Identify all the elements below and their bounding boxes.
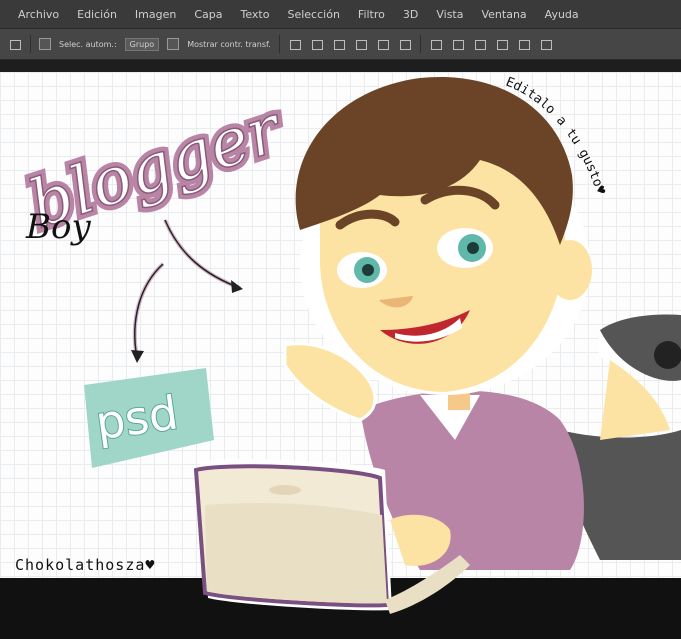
arrow-right-head	[231, 280, 243, 293]
arrow-right-line	[164, 219, 241, 289]
psd-badge-text: psd	[92, 385, 181, 450]
arrow-down-head	[131, 350, 144, 363]
credit-text: Chokolathosza♥	[15, 556, 156, 574]
arrow-right	[163, 219, 241, 290]
head	[295, 76, 592, 395]
artwork: blogger blogger Boy psd Editalo a tu gus…	[15, 75, 681, 614]
shirt	[360, 390, 584, 570]
title-boy: Boy	[25, 207, 91, 247]
arrow-down	[132, 262, 165, 359]
